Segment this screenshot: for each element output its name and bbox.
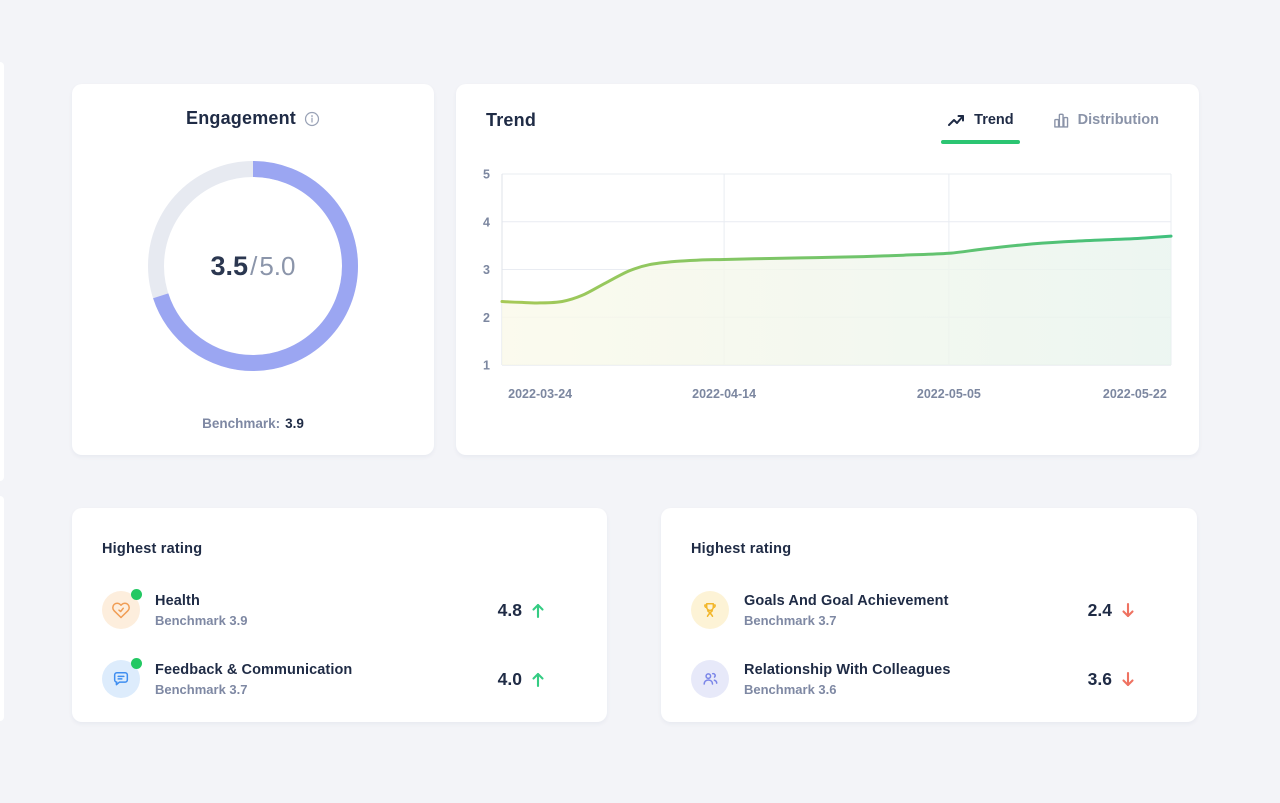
- rating-title: Goals And Goal Achievement: [744, 592, 949, 609]
- active-tab-underline: [941, 140, 1020, 144]
- engagement-header: Engagement: [186, 108, 320, 129]
- rating-number: 4.0: [497, 668, 522, 689]
- rating-value: 4.0: [498, 669, 545, 690]
- rating-title: Health: [155, 592, 200, 609]
- arrow-up-icon: [532, 603, 544, 618]
- rating-benchmark: Benchmark 3.7: [744, 612, 837, 628]
- engagement-card: Engagement 3.5 / 5.0 Benchmark: 3.9: [72, 84, 434, 455]
- score-divider: /: [250, 250, 258, 281]
- rating-header: Highest rating: [691, 541, 792, 557]
- engagement-title: Engagement: [185, 108, 297, 128]
- rating-text: Goals And Goal Achievement Benchmark 3.7: [744, 593, 949, 628]
- rating-number: 4.8: [497, 599, 522, 620]
- engagement-max: 5.0: [259, 250, 296, 281]
- people-icon: [691, 660, 729, 698]
- rating-value: 2.4: [1088, 600, 1135, 621]
- rating-text: Feedback & Communication Benchmark 3.7: [155, 662, 352, 697]
- status-dot: [131, 658, 142, 669]
- benchmark-value: 3.9: [285, 416, 304, 431]
- rating-row-feedback: Feedback & Communication Benchmark 3.7 4…: [102, 658, 577, 698]
- trend-header: Trend Trend Distribution: [456, 84, 1199, 144]
- engagement-score: 3.5: [210, 250, 249, 281]
- top-row: Engagement 3.5 / 5.0 Benchmark: 3.9 Tren…: [72, 84, 1199, 455]
- rating-row-goals: Goals And Goal Achievement Benchmark 3.7…: [691, 591, 1167, 629]
- bar-chart-icon: [1053, 113, 1068, 128]
- heart-icon: [102, 589, 142, 629]
- engagement-benchmark: Benchmark: 3.9: [202, 416, 304, 431]
- x-axis-tick: 2022-03-24: [508, 387, 572, 401]
- y-axis-tick: 3: [483, 263, 490, 277]
- tab-trend-label: Trend: [974, 112, 1014, 128]
- rating-row-health: Health Benchmark 3.9 4.8: [102, 589, 577, 629]
- rating-header: Highest rating: [102, 541, 203, 557]
- rating-value: 4.8: [498, 600, 545, 621]
- arrow-down-icon: [1122, 671, 1134, 686]
- trend-chart: 1 2 3 4 5 2022-03-24 2022-04-14 2022-05-05 2022-…: [483, 168, 1173, 401]
- rating-number: 2.4: [1087, 599, 1112, 620]
- engagement-donut-gauge: 3.5 / 5.0: [148, 161, 358, 371]
- highest-rating-card-left: Highest rating Health Benchmark 3.9 4.8: [72, 508, 607, 722]
- bottom-row: Highest rating Health Benchmark 3.9 4.8: [72, 508, 1199, 722]
- y-axis-tick: 2: [483, 311, 490, 325]
- x-axis-tick: 2022-05-22: [1103, 387, 1167, 401]
- rating-benchmark: Benchmark 3.7: [155, 681, 248, 697]
- tab-distribution[interactable]: Distribution: [1046, 110, 1165, 144]
- rating-value: 3.6: [1088, 669, 1135, 690]
- rating-number: 3.6: [1087, 668, 1112, 689]
- trophy-icon: [691, 591, 729, 629]
- y-axis-tick: 5: [483, 168, 490, 182]
- rating-title: Relationship With Colleagues: [744, 661, 951, 678]
- rating-text: Health Benchmark 3.9: [155, 593, 248, 628]
- tab-distribution-label: Distribution: [1077, 112, 1159, 128]
- chart-series: [500, 234, 1173, 365]
- trending-up-icon: [948, 115, 965, 126]
- trend-title: Trend: [486, 110, 537, 130]
- dashboard-layout: Engagement 3.5 / 5.0 Benchmark: 3.9 Tren…: [72, 84, 1199, 722]
- y-axis-tick: 4: [483, 215, 490, 229]
- tab-trend[interactable]: Trend: [941, 110, 1020, 144]
- rating-title: Feedback & Communication: [155, 661, 353, 678]
- benchmark-label: Benchmark:: [202, 416, 281, 431]
- rating-text: Relationship With Colleagues Benchmark 3…: [744, 662, 951, 697]
- rating-benchmark: Benchmark 3.6: [744, 681, 837, 697]
- arrow-up-icon: [532, 672, 544, 687]
- info-icon[interactable]: [304, 111, 320, 127]
- donut-center-value: 3.5 / 5.0: [148, 161, 358, 371]
- arrow-down-icon: [1122, 602, 1134, 617]
- x-axis-tick: 2022-04-14: [692, 387, 756, 401]
- trend-area-fill: [502, 236, 1171, 365]
- rating-row-colleagues: Relationship With Colleagues Benchmark 3…: [691, 660, 1167, 698]
- highest-rating-card-right: Highest rating Goals And Goal Achievemen…: [661, 508, 1197, 722]
- y-axis-tick: 1: [483, 359, 490, 373]
- x-axis-tick: 2022-05-05: [917, 387, 981, 401]
- rating-benchmark: Benchmark 3.9: [155, 612, 248, 628]
- status-dot: [131, 589, 142, 600]
- left-edge-card-strip-bottom: [0, 496, 4, 721]
- chart-mode-tabs: Trend Distribution: [941, 110, 1165, 144]
- left-edge-card-strip-top: [0, 62, 4, 481]
- trend-card: Trend Trend Distribution 1 2 3 4 5 2022-…: [456, 84, 1199, 455]
- chat-bubble-icon: [102, 658, 142, 698]
